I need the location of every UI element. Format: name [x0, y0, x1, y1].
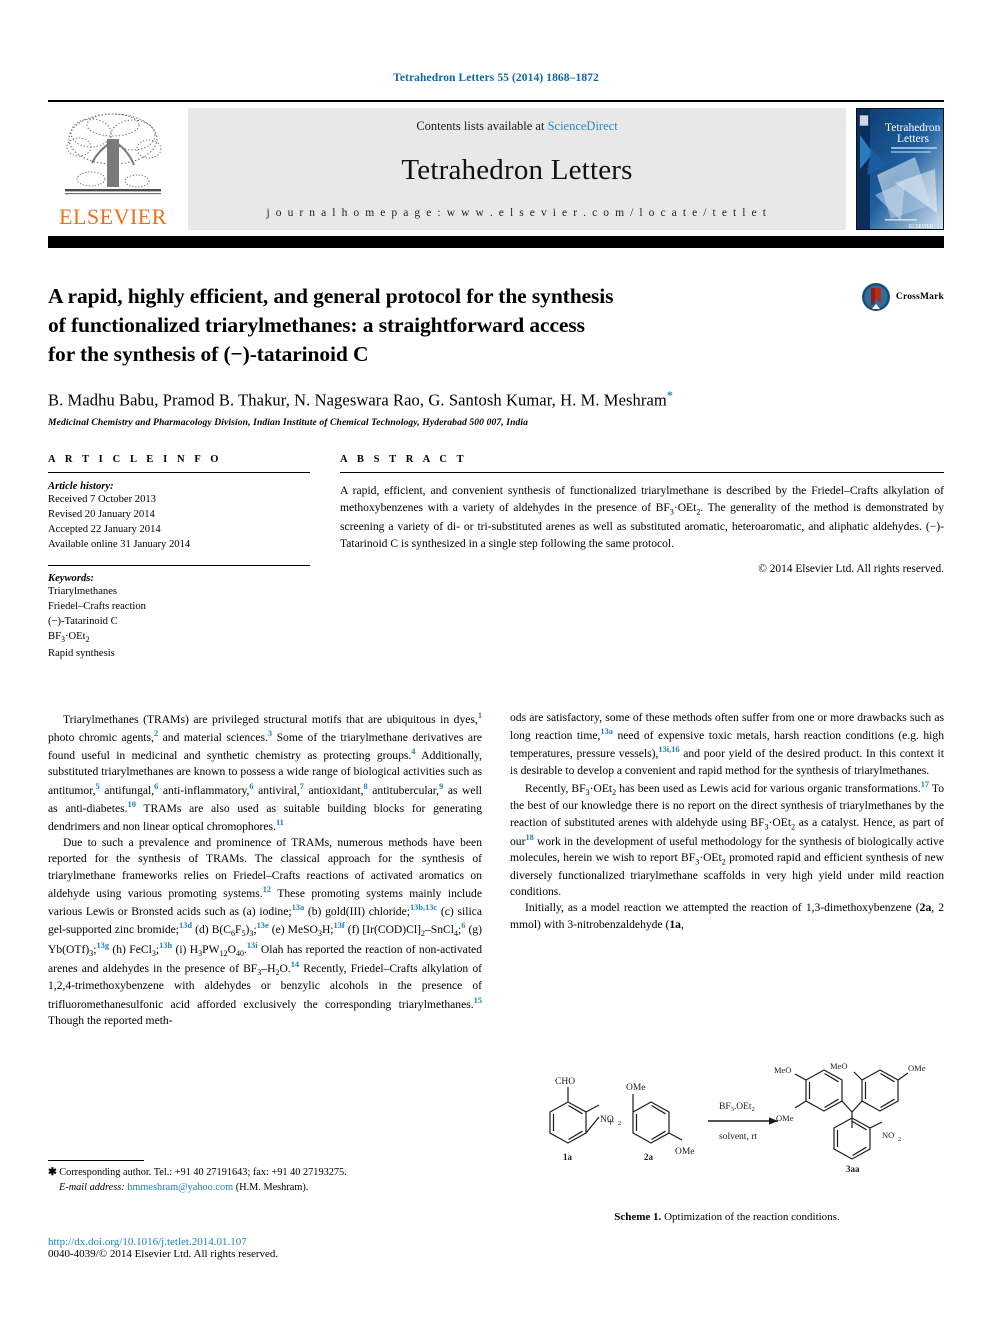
footnote-divider	[48, 1160, 144, 1161]
email-owner: (H.M. Meshram).	[235, 1181, 309, 1193]
footnote-asterisk: ✱	[48, 1167, 57, 1178]
elsevier-logo: ELSEVIER	[48, 108, 178, 230]
svg-text:OMe: OMe	[626, 1083, 646, 1093]
svg-text:CHO: CHO	[555, 1077, 575, 1087]
title-line-2: of functionalized triarylmethanes: a str…	[48, 312, 585, 337]
affiliation: Medicinal Chemistry and Pharmacology Div…	[48, 416, 529, 428]
paragraph: Due to such a prevalence and prominence …	[48, 836, 482, 1027]
label-1a: 1a	[563, 1152, 573, 1162]
email-link[interactable]: hmmeshram@yahoo.com	[127, 1182, 233, 1193]
svg-text:NO: NO	[882, 1130, 894, 1140]
email-address-label: E-mail address:	[59, 1181, 125, 1193]
history-item: Available online 31 January 2014	[48, 538, 191, 550]
svg-text:OMe: OMe	[908, 1063, 926, 1073]
doi-link[interactable]: http://dx.doi.org/10.1016/j.tetlet.2014.…	[48, 1236, 482, 1248]
doi-block: http://dx.doi.org/10.1016/j.tetlet.2014.…	[48, 1236, 482, 1260]
svg-text:MeO: MeO	[774, 1065, 791, 1075]
svg-text:2: 2	[618, 1120, 621, 1127]
article-history-label: Article history:	[48, 480, 114, 492]
corresponding-author-footnote: ✱ Corresponding author. Tel.: +91 40 271…	[48, 1160, 482, 1195]
body-column-right: ods are satisfactory, some of these meth…	[510, 710, 944, 1029]
body-columns: Triarylmethanes (TRAMs) are privileged s…	[48, 710, 944, 1029]
svg-text:Letters: Letters	[897, 133, 929, 145]
scheme-caption-text: Optimization of the reaction conditions.	[661, 1211, 840, 1223]
issn-copyright: 0040-4039/© 2014 Elsevier Ltd. All right…	[48, 1248, 279, 1260]
svg-text:2: 2	[898, 1137, 901, 1143]
keywords-label: Keywords:	[48, 573, 94, 585]
article-info-heading: A R T I C L E I N F O	[48, 453, 223, 465]
running-head: Tetrahedron Letters 55 (2014) 1868–1872	[393, 72, 599, 84]
abstract-column: A B S T R A C T A rapid, efficient, and …	[340, 454, 944, 661]
journal-info-panel: Contents lists available at ScienceDirec…	[188, 108, 846, 230]
plus-sign: +	[607, 1114, 614, 1129]
journal-cover-thumbnail: Tetrahedron Letters ELSEVIER	[856, 108, 944, 230]
svg-text:ELSEVIER: ELSEVIER	[909, 224, 934, 230]
footnote-corresponding-text: Corresponding author. Tel.: +91 40 27191…	[59, 1167, 347, 1178]
paragraph: ods are satisfactory, some of these meth…	[510, 711, 944, 777]
scheme-1-figure: CHO NO 2 1a + OMe OMe 2a BF3.OEt2 solven…	[510, 1060, 944, 1223]
reactant-2a-structure: OMe OMe	[626, 1083, 695, 1157]
contents-available-line: Contents lists available at ScienceDirec…	[416, 119, 617, 134]
body-column-left: Triarylmethanes (TRAMs) are privileged s…	[48, 710, 482, 1029]
info-abstract-band: A R T I C L E I N F O Article history: R…	[48, 454, 944, 661]
divider	[48, 565, 310, 567]
reaction-arrow	[708, 1117, 778, 1125]
paragraph: Initially, as a model reaction we attemp…	[510, 901, 944, 931]
scheme-caption-label: Scheme 1.	[614, 1211, 662, 1223]
reaction-scheme-drawing: CHO NO 2 1a + OMe OMe 2a BF3.OEt2 solven…	[549, 1061, 926, 1174]
journal-title: Tetrahedron Letters	[401, 154, 633, 186]
sciencedirect-link[interactable]: ScienceDirect	[548, 119, 618, 133]
divider	[340, 471, 944, 473]
title-line-1: A rapid, highly efficient, and general p…	[48, 284, 614, 308]
journal-masthead: ELSEVIER Contents lists available at Sci…	[48, 100, 944, 230]
svg-text:OMe: OMe	[776, 1113, 794, 1123]
reagent-label: BF3.OEt2	[719, 1102, 755, 1113]
footnote-corresponding: ✱ Corresponding author. Tel.: +91 40 271…	[48, 1166, 482, 1181]
elsevier-tree-icon	[65, 113, 162, 195]
footnote-email-line: E-mail address: hmmeshram@yahoo.com (H.M…	[48, 1181, 482, 1196]
keyword-item: Triarylmethanes	[48, 586, 118, 598]
keyword-item: BF3·OEt2	[48, 631, 90, 645]
elsevier-wordmark: ELSEVIER	[59, 204, 167, 229]
svg-text:MeO: MeO	[830, 1061, 847, 1071]
paragraph: Triarylmethanes (TRAMs) are privileged s…	[48, 711, 483, 833]
page-title: A rapid, highly efficient, and general p…	[48, 282, 808, 368]
crossmark-icon	[861, 283, 890, 311]
keywords-block: Keywords: Triarylmethanes Friedel–Crafts…	[48, 565, 310, 661]
product-3aa-structure: MeO OMe MeO OMe NO 2	[774, 1061, 926, 1160]
abstract-text: A rapid, efficient, and convenient synth…	[340, 483, 945, 551]
svg-text:OMe: OMe	[675, 1147, 695, 1157]
journal-homepage-link[interactable]: j o u r n a l h o m e p a g e : w w w . …	[266, 207, 767, 219]
author-names: B. Madhu Babu, Pramod B. Thakur, N. Nage…	[48, 390, 667, 410]
history-item: Received 7 October 2013	[48, 493, 156, 505]
crossmark-badge[interactable]: CrossMark	[861, 282, 944, 312]
title-line-3: for the synthesis of (−)-tatarinoid C	[48, 341, 369, 366]
author-list: B. Madhu Babu, Pramod B. Thakur, N. Nage…	[48, 388, 944, 411]
paragraph: Recently, BF3·OEt2 has been used as Lewi…	[510, 779, 945, 899]
article-info-column: A R T I C L E I N F O Article history: R…	[48, 454, 310, 661]
divider	[48, 471, 310, 473]
contents-prefix: Contents lists available at	[416, 119, 548, 133]
abstract-copyright: © 2014 Elsevier Ltd. All rights reserved…	[758, 563, 944, 576]
keyword-item: Rapid synthesis	[48, 647, 115, 659]
label-2a: 2a	[644, 1152, 654, 1162]
title-block: A rapid, highly efficient, and general p…	[48, 282, 944, 428]
keyword-item: (−)-Tatarinoid C	[48, 616, 118, 628]
scheme-caption: Scheme 1. Optimization of the reaction c…	[510, 1211, 944, 1223]
masthead-black-bar	[48, 236, 944, 248]
history-item: Revised 20 January 2014	[48, 508, 155, 520]
cover-artwork: Tetrahedron Letters ELSEVIER	[857, 109, 943, 230]
corresponding-author-marker[interactable]: *	[667, 388, 673, 402]
crossmark-label: CrossMark	[895, 292, 944, 302]
keyword-item: Friedel–Crafts reaction	[48, 601, 146, 613]
article-page: Tetrahedron Letters 55 (2014) 1868–1872	[0, 0, 992, 1323]
solvent-label: solvent, rt	[719, 1132, 757, 1142]
label-3aa: 3aa	[846, 1164, 860, 1174]
history-item: Accepted 22 January 2014	[48, 523, 161, 535]
reactant-1a-structure: CHO NO 2	[549, 1077, 621, 1144]
abstract-heading: A B S T R A C T	[340, 453, 468, 465]
